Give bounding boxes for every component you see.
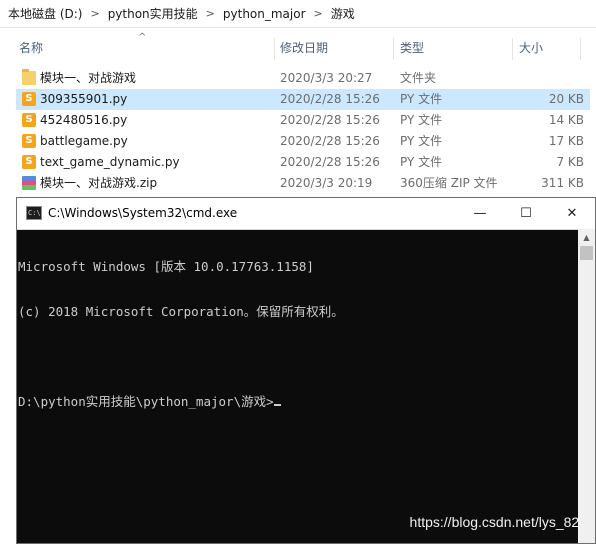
minimize-button[interactable]: — xyxy=(457,198,503,229)
sort-ascending-icon: ^ xyxy=(138,32,147,43)
file-type: 文件夹 xyxy=(400,71,437,85)
chevron-right-icon[interactable]: > xyxy=(310,7,327,20)
file-row-folder[interactable]: 模块一、对战游戏 2020/3/3 20:27 文件夹 xyxy=(16,68,590,89)
maximize-button[interactable]: ☐ xyxy=(503,198,549,229)
column-header-size[interactable]: 大小 xyxy=(519,34,543,62)
file-size: 311 KB xyxy=(541,176,584,190)
scrollbar-thumb[interactable] xyxy=(580,246,593,260)
file-type: 360压缩 ZIP 文件 xyxy=(400,176,498,190)
console-line: (c) 2018 Microsoft Corporation。保留所有权利。 xyxy=(18,304,344,319)
console-prompt-line[interactable]: D:\python实用技能\python_major\游戏> xyxy=(17,394,577,409)
file-size: 20 KB xyxy=(548,92,584,106)
column-header-row: ^ 名称 修改日期 类型 大小 xyxy=(0,32,596,62)
column-divider[interactable] xyxy=(393,38,394,60)
zip-archive-icon xyxy=(22,176,36,190)
breadcrumb: 本地磁盘 (D:) > python实用技能 > python_major > … xyxy=(0,0,596,28)
file-date: 2020/2/28 15:26 xyxy=(280,113,380,127)
watermark-text: https://blog.csdn.net/lys_828 xyxy=(409,514,587,530)
close-button[interactable]: ✕ xyxy=(549,198,595,229)
terminal-icon: C:\ xyxy=(26,206,42,220)
python-file-icon: S xyxy=(22,134,36,148)
breadcrumb-item-games[interactable]: 游戏 xyxy=(327,5,359,22)
file-type: PY 文件 xyxy=(400,92,443,106)
file-date: 2020/3/3 20:19 xyxy=(280,176,373,190)
file-date: 2020/2/28 15:26 xyxy=(280,134,380,148)
file-name: battlegame.py xyxy=(40,134,128,148)
python-file-icon: S xyxy=(22,113,36,127)
file-type: PY 文件 xyxy=(400,134,443,148)
breadcrumb-item-drive[interactable]: 本地磁盘 (D:) xyxy=(4,5,86,22)
column-header-type[interactable]: 类型 xyxy=(400,34,424,62)
file-type: PY 文件 xyxy=(400,113,443,127)
file-size: 14 KB xyxy=(548,113,584,127)
python-file-icon: S xyxy=(22,92,36,106)
file-name: 452480516.py xyxy=(40,113,128,127)
breadcrumb-item-python-skills[interactable]: python实用技能 xyxy=(104,5,202,22)
scroll-up-arrow-icon[interactable]: ▲ xyxy=(578,229,595,246)
file-row[interactable]: 模块一、对战游戏.zip 2020/3/3 20:19 360压缩 ZIP 文件… xyxy=(16,173,590,194)
column-header-date[interactable]: 修改日期 xyxy=(280,34,328,62)
file-row[interactable]: S text_game_dynamic.py 2020/2/28 15:26 P… xyxy=(16,152,590,173)
python-file-icon: S xyxy=(22,155,36,169)
chevron-right-icon[interactable]: > xyxy=(86,7,103,20)
chevron-right-icon[interactable]: > xyxy=(202,7,219,20)
column-divider[interactable] xyxy=(274,38,275,60)
file-size: 7 KB xyxy=(556,155,584,169)
file-name: 模块一、对战游戏.zip xyxy=(40,176,158,190)
breadcrumb-item-python-major[interactable]: python_major xyxy=(219,7,310,21)
file-date: 2020/2/28 15:26 xyxy=(280,155,380,169)
cmd-titlebar[interactable]: C:\ C:\Windows\System32\cmd.exe — ☐ ✕ xyxy=(17,198,595,230)
vertical-scrollbar[interactable]: ▲ xyxy=(578,229,595,543)
console-output[interactable]: Microsoft Windows [版本 10.0.17763.1158] (… xyxy=(17,229,577,543)
file-date: 2020/2/28 15:26 xyxy=(280,92,380,106)
cmd-window[interactable]: C:\ C:\Windows\System32\cmd.exe — ☐ ✕ Mi… xyxy=(16,197,596,544)
file-size: 17 KB xyxy=(548,134,584,148)
file-name: 309355901.py xyxy=(40,92,128,106)
file-date: 2020/3/3 20:27 xyxy=(280,71,373,85)
file-name: 模块一、对战游戏 xyxy=(40,71,137,85)
file-name: text_game_dynamic.py xyxy=(40,155,180,169)
folder-icon xyxy=(22,69,36,85)
column-divider[interactable] xyxy=(580,38,581,60)
file-row[interactable]: S 452480516.py 2020/2/28 15:26 PY 文件 14 … xyxy=(16,110,590,131)
file-row[interactable]: S battlegame.py 2020/2/28 15:26 PY 文件 17… xyxy=(16,131,590,152)
window-title: C:\Windows\System32\cmd.exe xyxy=(48,206,238,220)
console-line: Microsoft Windows [版本 10.0.17763.1158] xyxy=(18,259,314,274)
console-prompt: D:\python实用技能\python_major\游戏> xyxy=(18,394,274,409)
file-row-selected[interactable]: S 309355901.py 2020/2/28 15:26 PY 文件 20 … xyxy=(16,89,590,110)
column-header-name[interactable]: 名称 xyxy=(19,34,43,62)
column-divider[interactable] xyxy=(512,38,513,60)
file-type: PY 文件 xyxy=(400,155,443,169)
text-cursor xyxy=(273,404,281,406)
